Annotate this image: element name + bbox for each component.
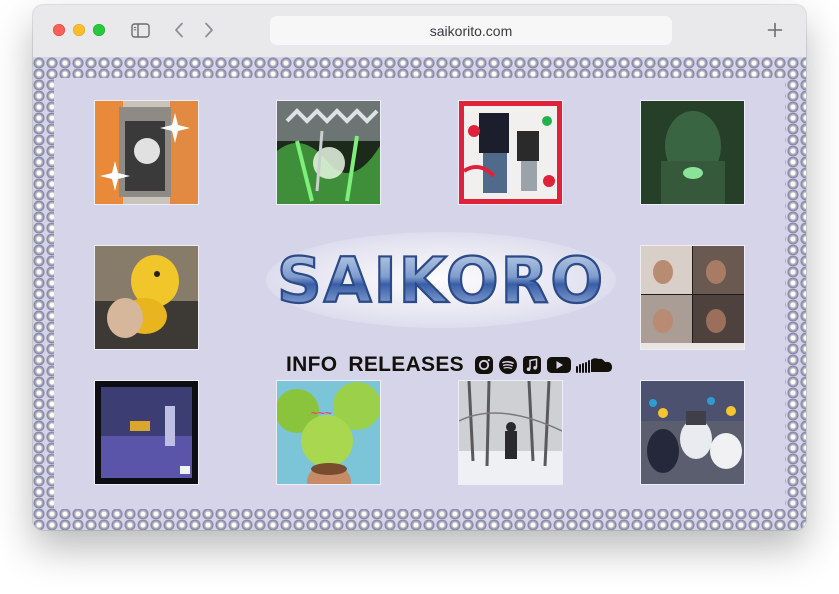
nav-releases-link[interactable]: RELEASES — [348, 353, 464, 377]
cover-red-collage[interactable] — [459, 101, 562, 204]
chevron-left-icon[interactable] — [171, 20, 187, 40]
spotify-icon[interactable] — [498, 355, 518, 375]
cover-plush-creatures[interactable] — [641, 381, 744, 484]
chevron-right-icon[interactable] — [201, 20, 217, 40]
close-window-button[interactable] — [53, 24, 65, 36]
saikoro-logo[interactable]: SAIKORO — [264, 228, 619, 328]
site-nav: INFO RELEASES — [286, 350, 618, 380]
cover-grid-area: ~~~ SAIKORO INFO RELEASES — [54, 78, 785, 509]
page-content: ~~~ SAIKORO INFO RELEASES — [33, 57, 806, 530]
cover-night-street[interactable] — [95, 381, 198, 484]
sidebar-icon[interactable] — [129, 20, 151, 40]
minimize-window-button[interactable] — [73, 24, 85, 36]
address-bar[interactable]: saikorito.com — [270, 16, 672, 45]
cover-snowy-woods[interactable] — [459, 381, 562, 484]
apple-music-icon[interactable] — [522, 355, 542, 375]
youtube-icon[interactable] — [546, 355, 572, 375]
cover-flower-face[interactable]: ~~~ — [277, 381, 380, 484]
browser-toolbar: saikorito.com — [33, 5, 806, 58]
cover-four-panel-portrait[interactable] — [641, 246, 744, 349]
nav-info-link[interactable]: INFO — [286, 353, 337, 377]
instagram-icon[interactable] — [474, 355, 494, 375]
plus-icon[interactable] — [765, 20, 785, 40]
cover-train-sparkle[interactable] — [95, 101, 198, 204]
cover-green-night[interactable] — [641, 101, 744, 204]
cover-yellow-plush[interactable] — [95, 246, 198, 349]
zoom-window-button[interactable] — [93, 24, 105, 36]
logo-text: SAIKORO — [277, 244, 605, 317]
address-text: saikorito.com — [429, 22, 513, 39]
cover-green-chrome-group[interactable] — [277, 101, 380, 204]
browser-window: saikorito.com ~~~ SAIKORO INFO RELEASES — [33, 5, 806, 530]
soundcloud-icon[interactable] — [575, 355, 614, 375]
svg-text:~~~: ~~~ — [311, 406, 332, 420]
